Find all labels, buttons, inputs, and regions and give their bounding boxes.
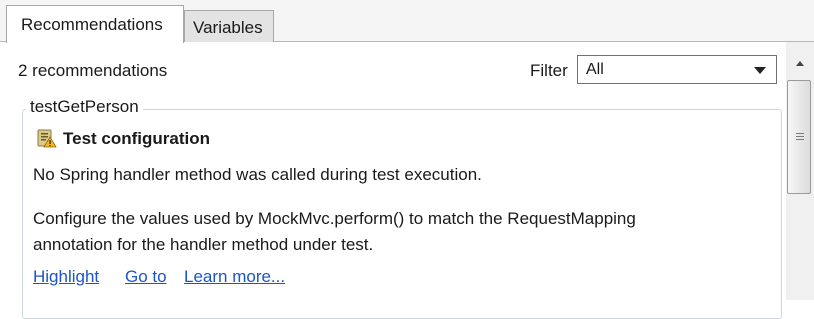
tab-variables-label: Variables (193, 18, 263, 37)
recommendation-message: No Spring handler method was called duri… (33, 165, 482, 184)
filter-selected-value: All (586, 61, 604, 78)
recommendations-panel: 2 recommendations Filter All testGetPers… (0, 42, 814, 319)
tab-recommendations[interactable]: Recommendations (6, 5, 184, 43)
tab-variables[interactable]: Variables (184, 10, 274, 42)
scrollbar-thumb[interactable] (787, 80, 811, 194)
recommendation-detail-line-2: annotation for the handler method under … (33, 235, 374, 254)
highlight-link[interactable]: Highlight (33, 267, 99, 287)
test-config-warning-icon (37, 129, 57, 148)
chevron-up-icon (796, 61, 804, 66)
go-to-link[interactable]: Go to (125, 267, 167, 287)
filter-label: Filter (530, 61, 568, 80)
test-group-title: testGetPerson (26, 97, 143, 117)
tab-recommendations-label: Recommendations (21, 15, 163, 34)
recommendation-detail-line-1: Configure the values used by MockMvc.per… (33, 209, 636, 228)
recommendation-count: 2 recommendations (18, 61, 168, 80)
filter-dropdown[interactable]: All (577, 55, 777, 84)
recommendation-title: Test configuration (63, 129, 211, 148)
tab-strip: Recommendations Variables (0, 0, 814, 43)
grip-line-icon (796, 133, 804, 134)
scroll-up-button[interactable] (787, 54, 813, 76)
grip-line-icon (796, 136, 804, 137)
learn-more-link[interactable]: Learn more... (184, 267, 285, 287)
grip-line-icon (796, 139, 804, 140)
chevron-down-icon (754, 67, 766, 74)
